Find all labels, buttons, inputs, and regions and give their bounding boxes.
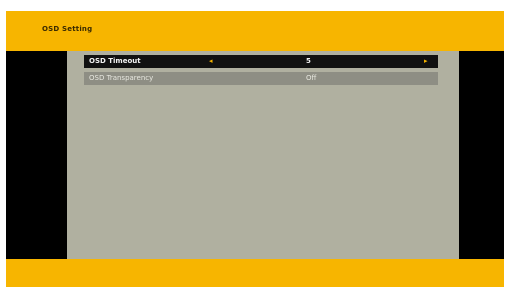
header-bar: OSD Setting: [6, 11, 504, 51]
osd-screen: OSD Setting OSD Timeout ◂ 5 ▸ OSD Transp…: [6, 11, 504, 287]
chevron-right-icon[interactable]: ▸: [424, 55, 428, 68]
page-title: OSD Setting: [42, 25, 93, 33]
settings-panel: OSD Timeout ◂ 5 ▸ OSD Transparency Off: [67, 51, 459, 259]
menu-item-label: OSD Timeout: [89, 57, 141, 65]
menu-item-label: OSD Transparency: [89, 74, 154, 82]
footer-bar: [6, 259, 504, 287]
menu-item-osd-transparency[interactable]: OSD Transparency Off: [84, 72, 438, 85]
menu-item-osd-timeout[interactable]: OSD Timeout ◂ 5 ▸: [84, 55, 438, 68]
menu-item-value: 5: [306, 57, 311, 65]
menu-item-value: Off: [306, 74, 317, 82]
chevron-left-icon[interactable]: ◂: [209, 55, 213, 68]
